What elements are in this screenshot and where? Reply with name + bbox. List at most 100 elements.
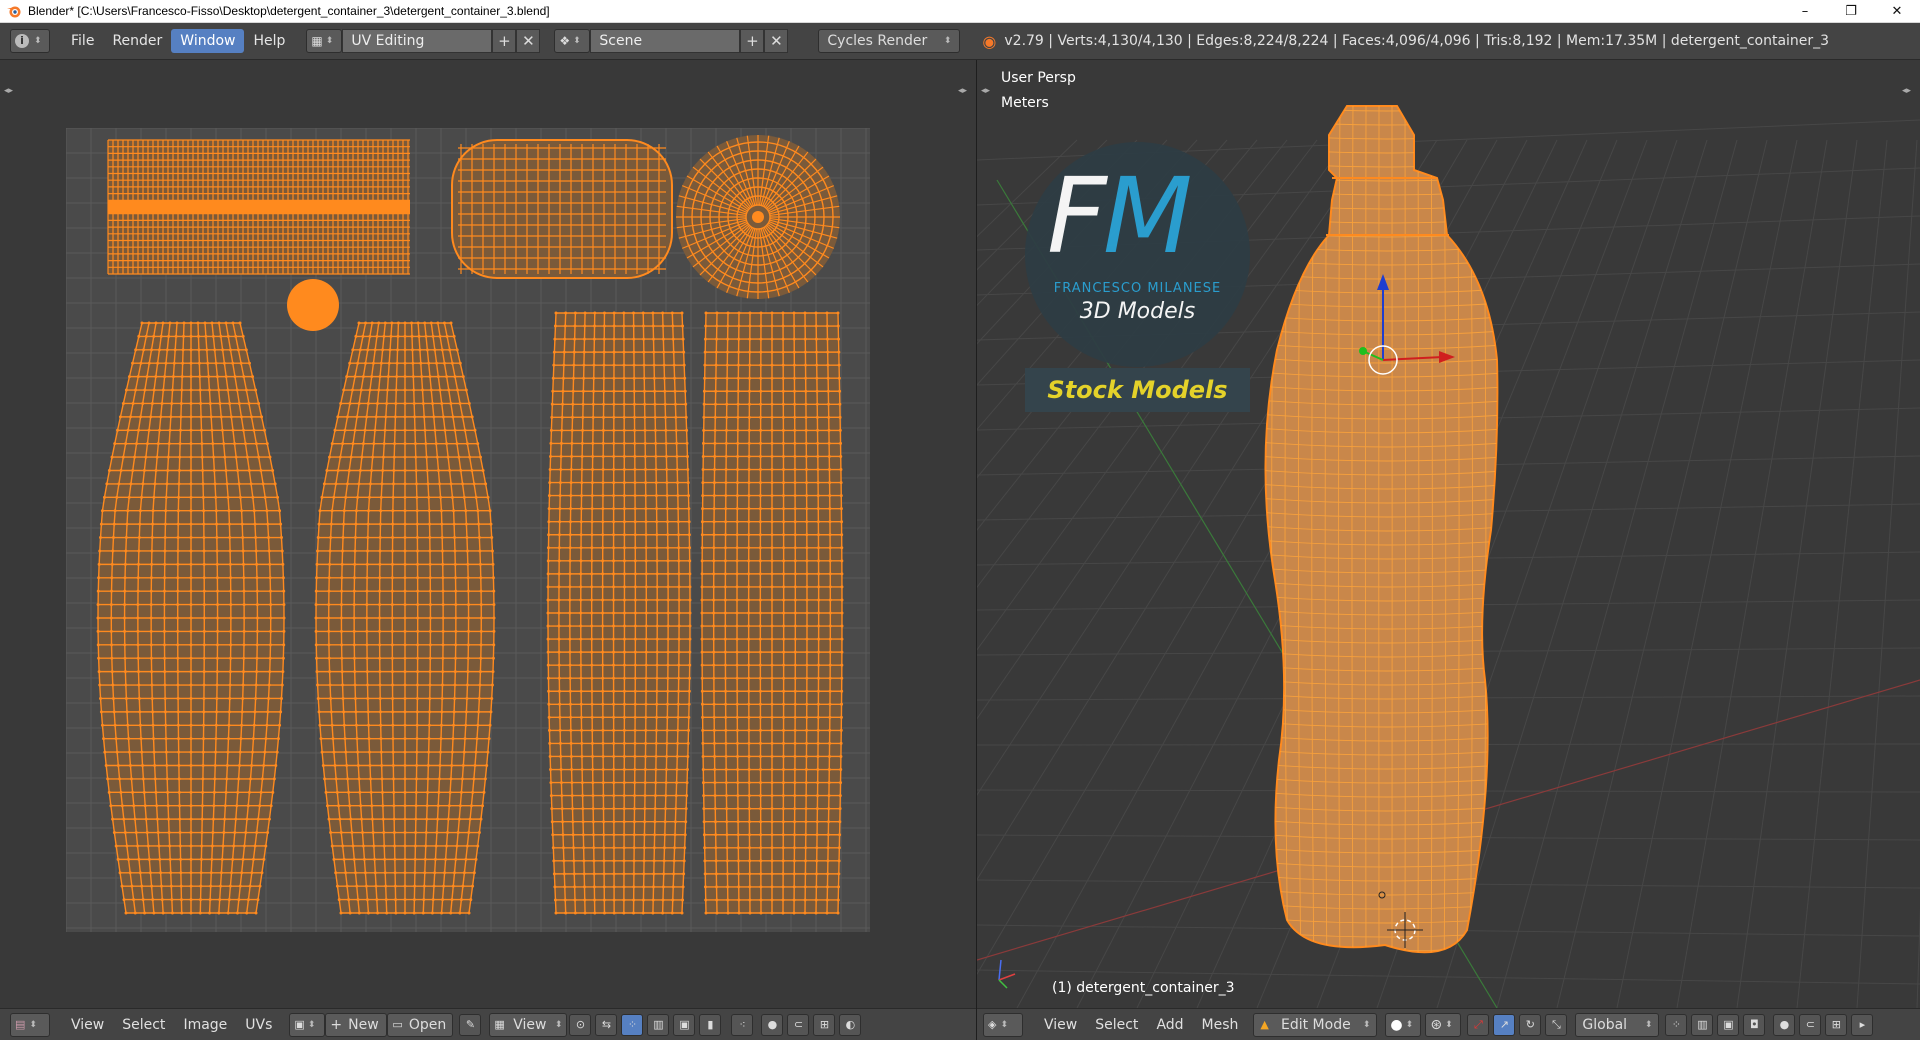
manipulator-icon: ⤢ [1474,1017,1483,1031]
render-preview-button[interactable]: ▸ [1851,1013,1874,1036]
uv-menu-view[interactable]: View [62,1017,113,1033]
pivot-point-dropdown[interactable]: ⊛ ⬍ [1425,1012,1462,1037]
uv-layout-canvas[interactable] [66,128,870,932]
orientation-dropdown[interactable]: Global ⬍ [1575,1012,1660,1037]
editor-type-button[interactable]: ◈ ⬍ [983,1012,1023,1037]
add-scene-button[interactable]: + [740,29,765,53]
uv-view-mode-label: View [513,1016,547,1033]
sticky-mode-button[interactable]: ⁖ [731,1013,754,1036]
channel-icon: ◐ [845,1018,856,1031]
uv-menu-image[interactable]: Image [174,1017,236,1033]
scene-browse-button[interactable]: ❖ ⬍ [554,29,591,53]
snap-element-button[interactable]: ⊞ [1825,1013,1848,1036]
view-name-label: User Persp [1001,70,1076,86]
edge-select-mode-button[interactable]: ▥ [1691,1013,1714,1036]
uv-menu-uvs[interactable]: UVs [236,1017,281,1033]
view-mode-icon: ▦ [494,1018,505,1031]
uv-image-editor[interactable]: ◂▸ ◂▸ [0,60,976,1008]
watermark-brand: FRANCESCO MILANESE [1053,281,1222,296]
snap-element-button[interactable]: ⊞ [813,1013,836,1036]
v3d-menu-view[interactable]: View [1035,1017,1086,1033]
blender-logo-icon: ◉ [982,31,997,51]
scale-manipulator-button[interactable]: ⤡ [1545,1013,1568,1036]
screen-layout-field[interactable]: UV Editing [342,29,493,53]
remove-layout-button[interactable]: ✕ [516,29,541,53]
dropdown-arrows-icon: ⬍ [307,1019,316,1030]
sync-selection-button[interactable]: ⇆ [595,1013,618,1036]
minimize-button[interactable]: – [1782,0,1828,23]
dropdown-arrows-icon: ⬍ [554,1019,563,1030]
uv-view-mode-dropdown[interactable]: ▦ View ⬍ [489,1012,568,1037]
3d-viewport[interactable]: User Persp Meters (1) detergent_containe… [977,60,1920,1008]
open-image-button[interactable]: ▭ Open [387,1012,454,1037]
v3d-menu-select[interactable]: Select [1086,1017,1147,1033]
open-image-label: Open [408,1016,447,1033]
island-select-button[interactable]: ▮ [699,1013,722,1036]
menu-file[interactable]: File [62,29,103,53]
vertex-select-mode-button[interactable]: ⁘ [1665,1013,1688,1036]
info-header: i ⬍ File Render Window Help ▦ ⬍ UV Editi… [0,23,1920,60]
new-image-label: New [348,1016,379,1033]
blender-window: Blender* [C:\Users\Francesco-Fisso\Deskt… [0,0,1920,1040]
v3d-menu-mesh[interactable]: Mesh [1193,1017,1248,1033]
menu-help[interactable]: Help [244,29,294,53]
v3d-menu-add[interactable]: Add [1147,1017,1192,1033]
new-image-button[interactable]: + New [325,1012,388,1037]
edge-select-button[interactable]: ▥ [647,1013,670,1036]
magnet-icon: ⊂ [793,1018,804,1031]
vertex-select-button[interactable]: ⁘ [621,1013,644,1036]
shading-dropdown[interactable]: ● ⬍ [1385,1012,1422,1037]
3d-view-icon: ◈ [988,1018,997,1031]
watermark-banner: Stock Models [1025,368,1250,412]
panel-expand-icon[interactable]: ◂▸ [1902,86,1911,96]
face-select-button[interactable]: ▣ [673,1013,696,1036]
scene-field[interactable]: Scene [590,29,741,53]
snap-button[interactable]: ⊂ [787,1013,810,1036]
vertex-select-icon: ⁘ [627,1018,638,1031]
add-layout-button[interactable]: + [492,29,517,53]
remove-scene-button[interactable]: ✕ [764,29,789,53]
camera-icon: ▸ [1859,1018,1866,1031]
manipulator-toggle-button[interactable]: ⤢ [1467,1013,1490,1036]
uv-island-body-4 [700,311,844,915]
maximize-button[interactable]: ❐ [1828,0,1874,23]
uv-menu-select[interactable]: Select [113,1017,174,1033]
translate-icon: ↗ [1499,1018,1510,1031]
panel-expand-icon[interactable]: ◂▸ [981,86,990,96]
edge-select-icon: ▥ [653,1018,664,1031]
panel-expand-icon[interactable]: ◂▸ [958,86,967,96]
mode-dropdown[interactable]: ▲ Edit Mode ⬍ [1253,1012,1378,1037]
plus-icon: + [330,1016,343,1033]
close-button[interactable]: ✕ [1874,0,1920,23]
texture-channel-button[interactable]: ◐ [839,1013,862,1036]
render-engine-dropdown[interactable]: Cycles Render ⬍ [818,29,961,53]
translate-manipulator-button[interactable]: ↗ [1493,1013,1516,1036]
plus-icon: + [746,32,759,50]
limit-selection-button[interactable]: ◘ [1743,1013,1766,1036]
watermark-banner-text: Stock Models [1047,376,1228,404]
pin-image-button[interactable]: ✎ [459,1013,482,1036]
panel-expand-icon[interactable]: ◂▸ [4,86,13,96]
pivot-icon: ⊛ [1430,1016,1443,1033]
sticky-icon: ⁖ [739,1018,746,1031]
vertex-select-icon: ⁘ [1671,1018,1682,1031]
menu-window[interactable]: Window [171,29,245,53]
watermark-fm-mark: FM [1047,155,1193,277]
snap-button[interactable]: ⊂ [1799,1013,1822,1036]
dropdown-arrows-icon: ⬍ [573,36,581,46]
screen-layout-browse-button[interactable]: ▦ ⬍ [306,29,343,53]
rotate-manipulator-button[interactable]: ↻ [1519,1013,1542,1036]
editor-type-button[interactable]: i ⬍ [10,29,50,53]
pivot-button[interactable]: ⊙ [569,1013,592,1036]
snap-element-icon: ⊞ [1831,1018,1842,1031]
face-select-icon: ▣ [1723,1018,1734,1031]
proportional-edit-button[interactable]: ● [761,1013,784,1036]
mode-label: Edit Mode [1281,1016,1351,1033]
proportional-edit-button[interactable]: ● [1773,1013,1796,1036]
rotate-icon: ↻ [1525,1018,1536,1031]
face-select-mode-button[interactable]: ▣ [1717,1013,1740,1036]
pivot-icon: ⊙ [575,1018,586,1031]
editor-type-button[interactable]: ▤ ⬍ [10,1012,50,1037]
image-browse-button[interactable]: ▣ ⬍ [289,1012,326,1037]
menu-render[interactable]: Render [103,29,171,53]
